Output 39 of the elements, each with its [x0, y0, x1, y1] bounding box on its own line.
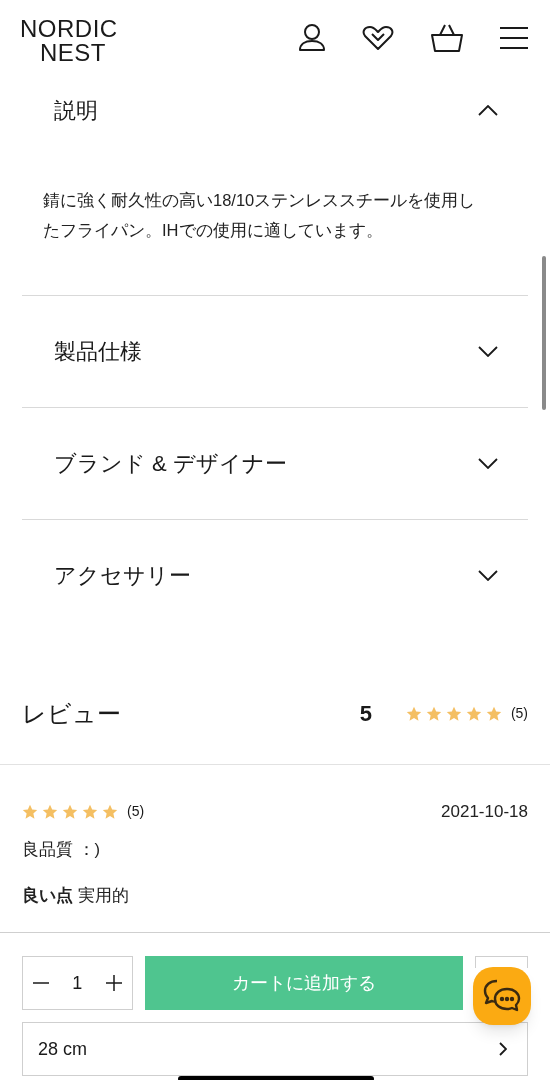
review-count: (5)	[510, 704, 528, 723]
description-text: 錆に強く耐久性の高い18/10ステンレススチールを使用したフライパン。IHでの使用に適しています。	[42, 190, 477, 241]
star-icon	[445, 705, 462, 722]
star-icon	[102, 803, 118, 820]
review-count: (5)	[127, 802, 145, 822]
review-title: 良品質 ：)	[22, 838, 102, 860]
star-icon	[405, 705, 422, 722]
chevron-down-icon	[478, 346, 498, 357]
accordion-header[interactable]: 説明	[22, 80, 528, 140]
quantity-stepper[interactable]: 1	[22, 956, 133, 1010]
basket-icon[interactable]	[430, 23, 464, 53]
star-icon	[82, 803, 98, 820]
star-icon	[485, 705, 502, 722]
chevron-up-icon	[478, 104, 498, 116]
chevron-right-icon	[499, 1042, 507, 1056]
star-icon	[465, 705, 482, 722]
logo[interactable]: NORDIC NEST	[20, 15, 118, 65]
reviews-heading: レビュー	[22, 698, 121, 729]
review-date: 2021-10-18	[441, 801, 528, 823]
chevron-down-icon	[478, 458, 498, 469]
menu-icon[interactable]	[500, 26, 528, 50]
accordion-header[interactable]: アクセサリー	[22, 520, 528, 631]
chevron-down-icon	[478, 570, 498, 581]
accordion-header[interactable]: 製品仕様	[22, 296, 528, 407]
average-rating: 5	[359, 700, 372, 728]
quantity-value: 1	[72, 971, 83, 995]
star-icon	[425, 705, 442, 722]
star-icon	[22, 803, 38, 820]
star-icon	[42, 803, 58, 820]
size-select[interactable]: 28 cm	[22, 1022, 528, 1076]
accordion-header[interactable]: ブランド & デザイナー	[22, 408, 528, 519]
star-icon	[62, 803, 78, 820]
scrollbar[interactable]	[542, 256, 546, 410]
review-pros: 良い点 実用的	[22, 885, 130, 907]
account-icon[interactable]	[298, 23, 326, 53]
heart-icon[interactable]	[362, 25, 394, 51]
chat-button[interactable]	[473, 967, 531, 1025]
plus-icon[interactable]	[105, 975, 122, 991]
chat-icon	[483, 979, 521, 1013]
